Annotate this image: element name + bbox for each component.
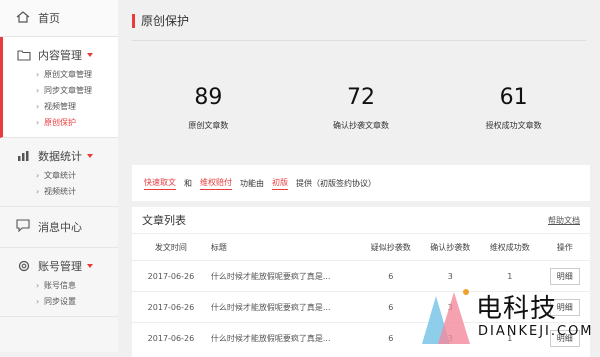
stat-value: 61 (499, 85, 528, 110)
chevron-down-icon (87, 264, 93, 268)
cell-suspected: 6 (360, 260, 421, 292)
cell-date: 2017-06-26 (132, 260, 210, 292)
detail-button[interactable]: 明细 (549, 267, 580, 285)
sidebar-item-account-info[interactable]: 账号信息 (36, 278, 118, 294)
cell-title[interactable]: 什么时候才能放假呢要疯了真是... (209, 291, 361, 323)
sidebar-item-sync-settings[interactable]: 同步设置 (36, 294, 118, 310)
stats-panel: 89 原创文章数 72 确认抄袭文章数 61 授权成功文章数 (132, 58, 590, 158)
sidebar-item-original-protection[interactable]: 原创保护 (36, 115, 118, 131)
notice-text: 提供（初版签约协议） (296, 178, 376, 188)
sidebar-item-messages[interactable]: 消息中心 (0, 207, 118, 248)
sidebar-group-account: 账号管理 账号信息 同步设置 (0, 248, 118, 317)
article-list-title: 文章列表 (142, 214, 186, 227)
watermark-logo-icon (422, 289, 470, 344)
chevron-down-icon (87, 53, 93, 57)
col-publish-time: 发文时间 (154, 242, 187, 252)
stat-authorized-success: 61 授权成功文章数 (437, 58, 590, 158)
content-label: 内容管理 (38, 49, 82, 62)
help-doc-link[interactable]: 帮助文档 (548, 215, 580, 226)
stat-confirmed-plagiarism: 72 确认抄袭文章数 (285, 58, 438, 158)
sidebar-item-video-stats[interactable]: 视频统计 (36, 184, 118, 200)
col-suspected: 疑似抄袭数 (370, 242, 411, 252)
sidebar-group-content: 内容管理 原创文章管理 同步文章管理 视频管理 原创保护 (0, 37, 118, 138)
sidebar-item-videos[interactable]: 视频管理 (36, 99, 118, 115)
page-title-text: 原创保护 (141, 14, 190, 28)
stat-label: 原创文章数 (188, 121, 229, 130)
sidebar-item-content[interactable]: 内容管理 (3, 43, 118, 67)
sidebar-item-stats[interactable]: 数据统计 (0, 144, 118, 168)
cell-date: 2017-06-26 (132, 322, 210, 353)
stat-label: 确认抄袭文章数 (333, 121, 389, 130)
gear-icon (16, 258, 32, 274)
service-notice: 快速取文 和 维权赔付 功能由 初版 提供（初版签约协议） (132, 165, 590, 201)
quick-fetch-link[interactable]: 快速取文 (144, 177, 176, 190)
title-accent-bar (132, 13, 135, 28)
watermark-subtext: DIANKEJI.COM (478, 324, 594, 339)
col-success: 维权成功数 (489, 242, 530, 252)
app-frame: 首页 内容管理 原创文章管理 同步文章管理 视频管理 原创保护 (0, 0, 600, 357)
sidebar-item-original-articles[interactable]: 原创文章管理 (36, 67, 118, 83)
rights-compensation-link[interactable]: 维权赔付 (200, 177, 232, 190)
cell-suspected: 6 (360, 291, 421, 323)
watermark-logo: 电科技 DIANKEJI.COM (416, 286, 594, 348)
cell-date: 2017-06-26 (132, 291, 210, 323)
cell-title[interactable]: 什么时候才能放假呢要疯了真是... (209, 322, 361, 353)
stat-label: 授权成功文章数 (485, 121, 542, 130)
col-title: 标题 (210, 242, 227, 252)
sidebar-item-article-stats[interactable]: 文章统计 (36, 168, 118, 184)
cell-title[interactable]: 什么时候才能放假呢要疯了真是... (209, 260, 361, 292)
col-action: 操作 (556, 242, 573, 252)
sidebar-item-account[interactable]: 账号管理 (0, 254, 118, 278)
stat-value: 89 (194, 85, 223, 110)
home-label: 首页 (38, 12, 60, 25)
stat-value: 72 (347, 85, 375, 110)
col-confirmed: 确认抄袭数 (430, 242, 471, 252)
watermark-text: 电科技 (476, 294, 558, 324)
account-label: 账号管理 (38, 260, 82, 273)
chuban-link[interactable]: 初版 (272, 177, 288, 190)
table-header-row: 发文时间 标题 疑似抄袭数 确认抄袭数 维权成功数 操作 (132, 234, 590, 261)
sidebar-item-home[interactable]: 首页 (0, 0, 118, 37)
stats-label: 数据统计 (38, 150, 82, 163)
bar-chart-icon (16, 148, 32, 164)
chevron-down-icon (87, 154, 93, 158)
sidebar-group-stats: 数据统计 文章统计 视频统计 (0, 138, 118, 207)
folder-icon (16, 47, 32, 63)
sidebar-item-sync-articles[interactable]: 同步文章管理 (36, 83, 118, 99)
notice-text: 和 (184, 178, 192, 188)
divider (132, 40, 586, 41)
home-icon (16, 10, 32, 26)
article-list-header: 文章列表 帮助文档 (132, 207, 590, 234)
stat-original-articles: 89 原创文章数 (132, 58, 285, 158)
page-title: 原创保护 (132, 12, 189, 29)
notice-text: 功能由 (240, 178, 264, 188)
message-icon (16, 219, 32, 235)
sidebar: 首页 内容管理 原创文章管理 同步文章管理 视频管理 原创保护 (0, 0, 119, 352)
messages-label: 消息中心 (38, 221, 82, 234)
cell-suspected: 6 (360, 322, 421, 353)
